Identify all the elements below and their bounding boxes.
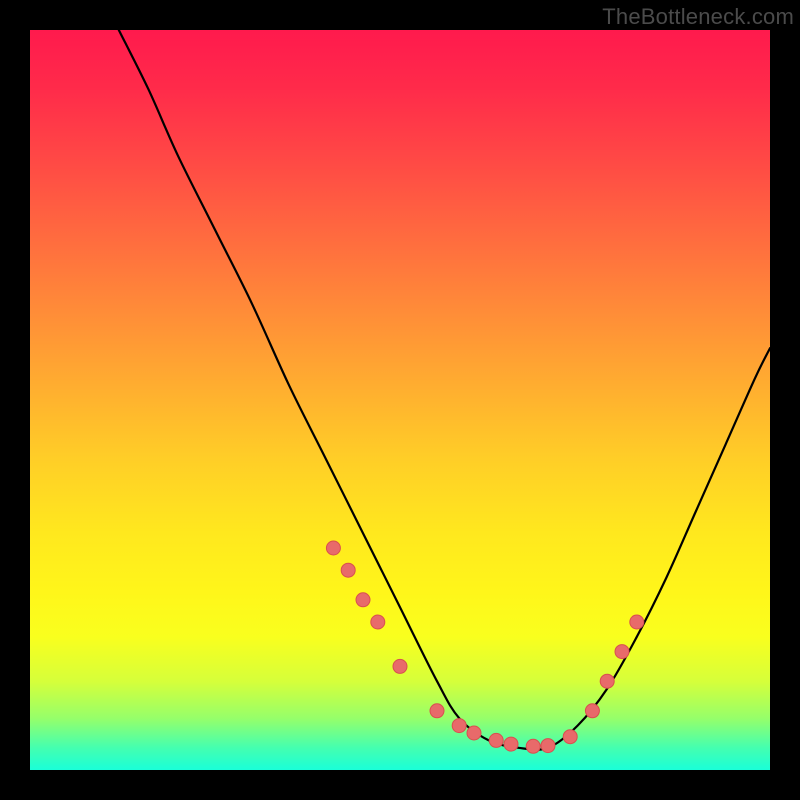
data-marker — [585, 704, 599, 718]
data-marker — [600, 674, 614, 688]
data-marker — [452, 719, 466, 733]
bottleneck-curve — [119, 30, 770, 750]
data-marker — [393, 659, 407, 673]
data-marker — [615, 645, 629, 659]
data-marker — [504, 737, 518, 751]
data-marker — [326, 541, 340, 555]
data-marker — [371, 615, 385, 629]
data-marker — [541, 739, 555, 753]
data-marker — [341, 563, 355, 577]
data-marker — [430, 704, 444, 718]
data-marker — [630, 615, 644, 629]
data-marker — [356, 593, 370, 607]
chart-svg — [30, 30, 770, 770]
watermark: TheBottleneck.com — [602, 4, 794, 30]
data-marker — [563, 730, 577, 744]
data-marker — [526, 739, 540, 753]
data-marker — [489, 733, 503, 747]
marker-group — [326, 541, 643, 753]
chart-area — [30, 30, 770, 770]
data-marker — [467, 726, 481, 740]
